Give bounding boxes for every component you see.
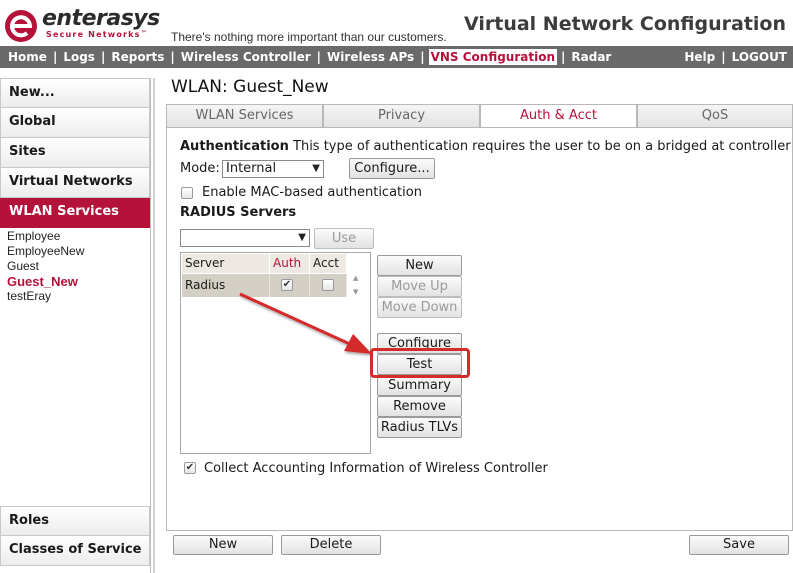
app-title: Virtual Network Configuration: [463, 13, 786, 35]
collect-accounting-checkbox[interactable]: ✔: [184, 462, 196, 474]
auth-description: Authentication This type of authenticati…: [180, 139, 792, 154]
nav-vns-configuration[interactable]: VNS Configuration: [428, 49, 558, 65]
checkmark-icon: ✔: [185, 462, 195, 473]
nav-logout[interactable]: LOGOUT: [730, 49, 789, 65]
top-nav: Home | Logs | Reports | Wireless Controller…: [0, 46, 793, 68]
save-button[interactable]: Save: [689, 535, 789, 555]
nav-wireless-controller[interactable]: Wireless Controller: [179, 49, 313, 65]
wlan-item-employeenew[interactable]: EmployeeNew: [7, 244, 150, 259]
delete-wlan-button[interactable]: Delete: [281, 535, 381, 555]
nav-wireless-aps[interactable]: Wireless APs: [325, 49, 416, 65]
sidebar-item-classes-of-service[interactable]: Classes of Service: [0, 536, 150, 566]
mode-label: Mode:: [180, 161, 220, 176]
sidebar-item-wlan-services[interactable]: WLAN Services: [0, 198, 150, 228]
pointer-arrow-icon: [239, 292, 372, 354]
nav-help[interactable]: Help: [682, 49, 717, 65]
tab-auth-acct[interactable]: Auth & Acct: [480, 104, 637, 128]
sidebar-item-roles[interactable]: Roles: [0, 506, 150, 536]
use-button[interactable]: Use: [314, 228, 374, 249]
tab-privacy[interactable]: Privacy: [323, 104, 480, 127]
dropdown-arrow-icon: ▼: [312, 163, 320, 174]
radius-tlvs-button[interactable]: Radius TLVs: [377, 417, 462, 438]
wlan-list: Employee EmployeeNew Guest Guest_New tes…: [0, 228, 150, 506]
column-header-auth: Auth: [270, 254, 310, 273]
wlan-item-testeray[interactable]: testEray: [7, 289, 150, 304]
wlan-item-employee[interactable]: Employee: [7, 229, 150, 244]
mode-select[interactable]: Internal ▼: [222, 160, 324, 178]
mac-auth-checkbox[interactable]: [181, 187, 193, 199]
nav-reports[interactable]: Reports: [109, 49, 166, 65]
nav-home[interactable]: Home: [6, 49, 49, 65]
move-down-button[interactable]: Move Down: [377, 297, 462, 318]
wlan-item-guest-new[interactable]: Guest_New: [7, 274, 150, 289]
radius-servers-title: RADIUS Servers: [180, 205, 297, 220]
sidebar-item-new[interactable]: New...: [0, 78, 150, 108]
scroll-up-icon[interactable]: ▲: [353, 274, 358, 282]
mac-auth-label: Enable MAC-based authentication: [202, 185, 422, 200]
sidebar-divider: [153, 78, 155, 573]
sidebar: New... Global Sites Virtual Networks WLA…: [0, 78, 151, 573]
nav-logs[interactable]: Logs: [61, 49, 97, 65]
configure-auth-button[interactable]: Configure...: [349, 158, 435, 179]
test-button-highlight: [370, 348, 470, 378]
brand-name: enterasys: [42, 6, 160, 31]
collect-accounting-label: Collect Accounting Information of Wirele…: [204, 461, 548, 476]
new-server-button[interactable]: New: [377, 255, 462, 276]
wlan-item-guest[interactable]: Guest: [7, 259, 150, 274]
brand-subtitle: Secure Networks™: [46, 30, 148, 39]
enterasys-logo-icon: [5, 10, 37, 42]
column-header-acct: Acct: [310, 254, 347, 273]
summary-button[interactable]: Summary: [377, 375, 462, 396]
sidebar-item-virtual-networks[interactable]: Virtual Networks: [0, 168, 150, 198]
remove-button[interactable]: Remove: [377, 396, 462, 417]
page-title: WLAN: Guest_New: [171, 77, 329, 97]
sidebar-item-global[interactable]: Global: [0, 108, 150, 138]
tagline: There's nothing more important than our …: [171, 30, 447, 44]
radius-server-select[interactable]: ▼: [180, 229, 310, 247]
move-up-button[interactable]: Move Up: [377, 276, 462, 297]
column-header-server: Server: [182, 254, 270, 273]
nav-radar[interactable]: Radar: [569, 49, 613, 65]
app-header: enterasys Secure Networks™ There's nothi…: [0, 0, 793, 45]
tab-qos[interactable]: QoS: [637, 104, 793, 127]
tab-bar: WLAN Services Privacy Auth & Acct QoS: [166, 104, 793, 128]
table-header: Server Auth Acct: [182, 254, 347, 273]
sidebar-item-sites[interactable]: Sites: [0, 138, 150, 168]
new-wlan-button[interactable]: New: [173, 535, 273, 555]
dropdown-arrow-icon: ▼: [298, 232, 306, 243]
tab-wlan-services[interactable]: WLAN Services: [166, 104, 323, 127]
